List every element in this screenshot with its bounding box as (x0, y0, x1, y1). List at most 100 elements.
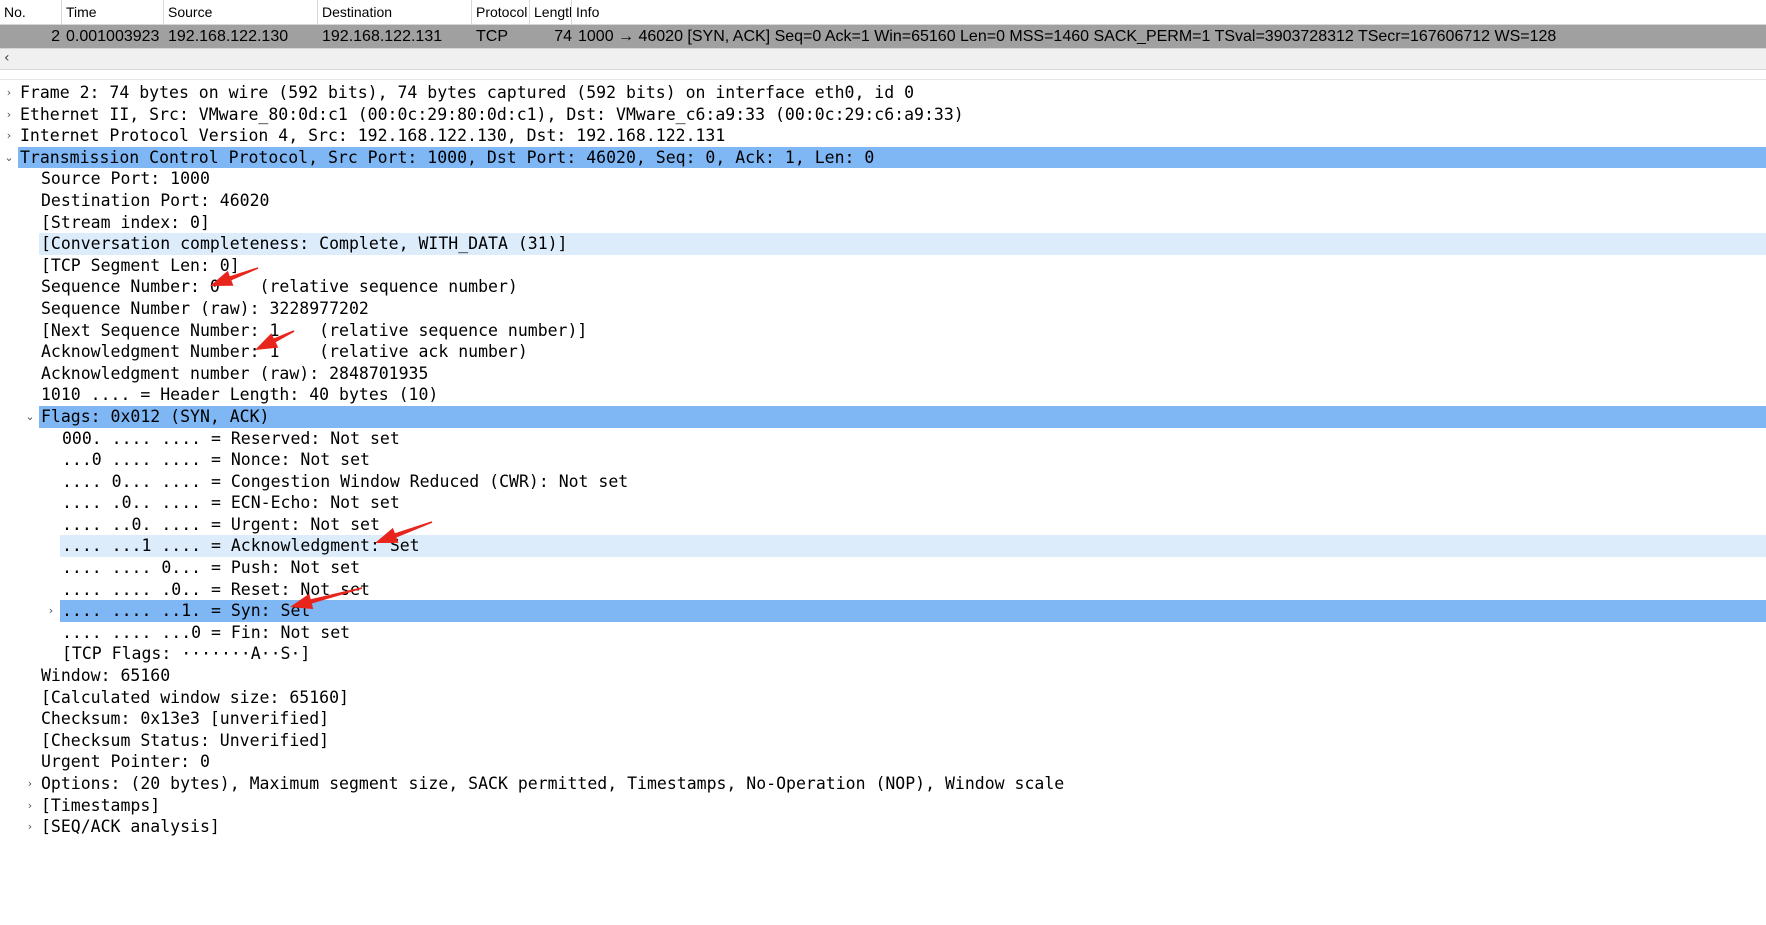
tree-row-label: ...0 .... .... = Nonce: Not set (62, 450, 370, 470)
tree-row-label: Ethernet II, Src: VMware_80:0d:c1 (00:0c… (20, 104, 964, 124)
tree-row-label: Window: 65160 (41, 666, 171, 686)
chevron-right-icon[interactable]: › (24, 816, 36, 838)
tree-row[interactable]: .... ...1 .... = Acknowledgment: Set (0, 535, 1766, 558)
tree-row[interactable]: .... 0... .... = Congestion Window Reduc… (0, 471, 1766, 493)
tree-row-label: .... ..0. .... = Urgent: Not set (62, 514, 380, 534)
tree-row-label: .... .... 0... = Push: Not set (62, 558, 361, 578)
tree-row-label: .... .... ..1. = Syn: Set (62, 601, 311, 621)
tree-row[interactable]: › Frame 2: 74 bytes on wire (592 bits), 7… (0, 82, 1766, 104)
chevron-down-icon[interactable]: ⌄ (24, 406, 36, 428)
tree-row[interactable]: Source Port: 1000 (0, 168, 1766, 190)
tree-row-label: Acknowledgment Number: 1 (relative ack n… (41, 342, 528, 362)
packet-time: 0.001003923 (66, 28, 160, 45)
tree-row[interactable]: Sequence Number (raw): 3228977202 (0, 298, 1766, 320)
column-time[interactable]: Time (62, 0, 164, 24)
chevron-right-icon[interactable]: › (45, 600, 57, 622)
tree-row-label: Internet Protocol Version 4, Src: 192.16… (20, 126, 726, 146)
tree-row[interactable]: › Options: (20 bytes), Maximum segment si… (0, 773, 1766, 795)
tree-row[interactable]: Acknowledgment number (raw): 2848701935 (0, 363, 1766, 385)
tree-row[interactable]: Sequence Number: 0 (relative sequence nu… (0, 276, 1766, 298)
tree-row[interactable]: [Checksum Status: Unverified] (0, 730, 1766, 752)
tree-row[interactable]: ›.... .... ..1. = Syn: Set (0, 600, 1766, 622)
tree-row[interactable]: › [Timestamps] (0, 795, 1766, 817)
column-protocol[interactable]: Protocol (472, 0, 530, 24)
tree-row-label: Options: (20 bytes), Maximum segment siz… (41, 774, 1065, 793)
tree-row[interactable]: [Stream index: 0] (0, 212, 1766, 234)
chevron-right-icon[interactable]: › (3, 82, 15, 104)
column-no[interactable]: No. (0, 0, 62, 24)
tree-row[interactable]: Checksum: 0x13e3 [unverified] (0, 708, 1766, 730)
tree-row[interactable]: [Next Sequence Number: 1 (relative seque… (0, 320, 1766, 342)
tree-row-label: Destination Port: 46020 (41, 190, 270, 210)
tree-row-label: Acknowledgment number (raw): 2848701935 (41, 363, 429, 383)
tree-row-label: [SEQ/ACK analysis] (41, 817, 220, 837)
tree-row[interactable]: [TCP Segment Len: 0] (0, 255, 1766, 277)
packet-info: 1000 → 46020 [SYN, ACK] Seq=0 Ack=1 Win=… (578, 28, 1557, 45)
tree-row[interactable]: › Internet Protocol Version 4, Src: 192.1… (0, 125, 1766, 147)
tree-row[interactable]: .... ..0. .... = Urgent: Not set (0, 514, 1766, 536)
packet-no: 2 (51, 28, 60, 45)
tree-row[interactable]: › [SEQ/ACK analysis] (0, 816, 1766, 838)
column-source[interactable]: Source (164, 0, 318, 24)
chevron-right-icon[interactable]: › (3, 125, 15, 147)
packet-length: 74 (554, 28, 572, 45)
horizontal-scrollbar[interactable]: ‹ (0, 48, 1766, 70)
tree-row-label: [Timestamps] (41, 795, 161, 815)
tree-row-label: [Calculated window size: 65160] (41, 687, 349, 707)
tree-row-label: .... 0... .... = Congestion Window Reduc… (62, 471, 629, 491)
chevron-left-icon[interactable]: ‹ (4, 49, 10, 68)
packet-protocol: TCP (476, 28, 508, 45)
tree-row-label: Urgent Pointer: 0 (41, 752, 210, 772)
selection-highlight (60, 600, 1766, 622)
tree-row-label: 1010 .... = Header Length: 40 bytes (10) (41, 385, 439, 405)
chevron-right-icon[interactable]: › (24, 795, 36, 817)
tree-row[interactable]: ⌄ Transmission Control Protocol, Src Port… (0, 146, 1766, 169)
tree-row-label: Sequence Number (raw): 3228977202 (41, 298, 369, 318)
selection-highlight (39, 405, 1766, 428)
tree-row[interactable]: .... .... 0... = Push: Not set (0, 557, 1766, 579)
tree-row-label: Transmission Control Protocol, Src Port:… (20, 147, 875, 167)
tree-row-label: [Next Sequence Number: 1 (relative seque… (41, 320, 588, 340)
tree-row[interactable]: Urgent Pointer: 0 (0, 751, 1766, 773)
tree-row-label: [TCP Flags: ·······A··S·] (62, 644, 311, 664)
tree-row-label: .... .... .0.. = Reset: Not set (62, 579, 370, 599)
tree-row[interactable]: Destination Port: 46020 (0, 190, 1766, 212)
chevron-right-icon[interactable]: › (24, 773, 36, 795)
tree-row-label: Sequence Number: 0 (relative sequence nu… (41, 277, 518, 297)
column-info[interactable]: Info (572, 0, 1766, 24)
tree-row-label: Checksum: 0x13e3 [unverified] (41, 709, 330, 729)
column-destination[interactable]: Destination (318, 0, 472, 24)
tree-row[interactable]: [Calculated window size: 65160] (0, 687, 1766, 709)
tree-row-label: [TCP Segment Len: 0] (41, 255, 240, 275)
tree-row-label: .... .... ...0 = Fin: Not set (62, 622, 351, 642)
tree-row[interactable]: .... .... ...0 = Fin: Not set (0, 622, 1766, 644)
chevron-right-icon[interactable]: › (3, 104, 15, 126)
packet-row[interactable]: 2 0.001003923 192.168.122.130 192.168.12… (0, 25, 1766, 48)
packet-details-tree: › Frame 2: 74 bytes on wire (592 bits), 7… (0, 82, 1766, 838)
tree-row[interactable]: 1010 .... = Header Length: 40 bytes (10) (0, 384, 1766, 406)
packet-destination: 192.168.122.131 (322, 28, 443, 45)
tree-row-label: Source Port: 1000 (41, 169, 210, 189)
chevron-down-icon[interactable]: ⌄ (3, 147, 15, 169)
tree-row[interactable]: [TCP Flags: ·······A··S·] (0, 643, 1766, 665)
column-length[interactable]: Length (530, 0, 572, 24)
tree-row[interactable]: Acknowledgment Number: 1 (relative ack n… (0, 341, 1766, 363)
tree-row-label: [Checksum Status: Unverified] (41, 730, 330, 750)
tree-row-label: .... ...1 .... = Acknowledgment: Set (62, 536, 420, 556)
packet-source: 192.168.122.130 (168, 28, 289, 45)
tree-row-label: Flags: 0x012 (SYN, ACK) (41, 406, 270, 426)
tree-row-label: [Conversation completeness: Complete, WI… (41, 234, 568, 254)
tree-row[interactable]: 000. .... .... = Reserved: Not set (0, 428, 1766, 450)
tree-row-label: .... .0.. .... = ECN-Echo: Not set (62, 493, 400, 513)
tree-row[interactable]: .... .... .0.. = Reset: Not set (0, 579, 1766, 601)
tree-row-label: [Stream index: 0] (41, 212, 210, 232)
packet-list-header: No. Time Source Destination Protocol Len… (0, 0, 1766, 25)
tree-row[interactable]: Window: 65160 (0, 665, 1766, 687)
tree-row[interactable]: › Ethernet II, Src: VMware_80:0d:c1 (00:0… (0, 104, 1766, 126)
tree-row-label: Frame 2: 74 bytes on wire (592 bits), 74… (20, 83, 915, 102)
tree-row[interactable]: .... .0.. .... = ECN-Echo: Not set (0, 492, 1766, 514)
tree-row[interactable]: ...0 .... .... = Nonce: Not set (0, 449, 1766, 471)
tree-row[interactable]: ⌄ Flags: 0x012 (SYN, ACK) (0, 405, 1766, 428)
tree-row[interactable]: [Conversation completeness: Complete, WI… (0, 233, 1766, 255)
pane-divider[interactable] (0, 70, 1766, 80)
